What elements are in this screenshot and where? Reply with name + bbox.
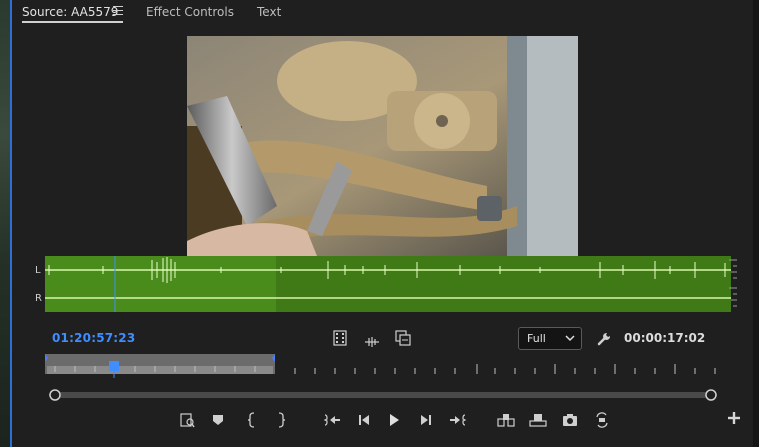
video-frame-image — [187, 36, 578, 256]
insert-icon[interactable] — [496, 410, 516, 430]
tab-source[interactable]: Source: AA5579 — [22, 5, 118, 19]
wrench-icon[interactable] — [597, 331, 611, 350]
video-preview — [187, 36, 578, 256]
zoom-scrollbar[interactable] — [49, 389, 717, 401]
playhead-marker — [109, 361, 119, 371]
plus-icon — [728, 412, 740, 424]
active-tab-indicator — [22, 21, 123, 23]
overwrite-icon[interactable] — [528, 410, 548, 430]
timeline-ruler[interactable] — [45, 352, 735, 378]
go-to-in-icon[interactable] — [322, 410, 342, 430]
step-back-icon[interactable] — [354, 410, 374, 430]
current-timecode[interactable]: 01:20:57:23 — [52, 331, 135, 345]
source-monitor-panel: Source: AA5579 Effect Controls Text L R … — [10, 0, 753, 447]
panel-tabs: Source: AA5579 Effect Controls Text — [12, 0, 753, 26]
marker-icon[interactable] — [208, 410, 228, 430]
step-forward-icon[interactable] — [416, 410, 436, 430]
channel-label-right: R — [35, 293, 42, 304]
duration-timecode: 00:00:17:02 — [624, 331, 706, 345]
mark-out-icon[interactable] — [271, 410, 291, 430]
match-frame-icon[interactable] — [177, 410, 197, 430]
background-strip — [0, 0, 10, 447]
play-icon[interactable] — [384, 410, 404, 430]
waveform-lines — [45, 256, 731, 312]
audio-level-scale — [729, 259, 737, 307]
waveform-toggle-icon[interactable] — [364, 333, 380, 352]
go-to-out-icon[interactable] — [448, 410, 468, 430]
add-button[interactable] — [726, 410, 742, 426]
tab-effect-controls[interactable]: Effect Controls — [146, 5, 234, 19]
channel-label-left: L — [35, 265, 41, 276]
insert-overlay-icon[interactable] — [395, 330, 411, 350]
panel-menu-icon[interactable] — [113, 6, 123, 16]
chevron-down-icon — [565, 335, 575, 342]
zoom-selected-value: Full — [527, 332, 546, 345]
transport-controls — [12, 410, 753, 432]
zoom-dropdown[interactable]: Full — [518, 327, 582, 350]
camera-icon[interactable] — [560, 410, 580, 430]
button-editor-icon[interactable] — [592, 410, 612, 430]
tab-text[interactable]: Text — [257, 5, 281, 19]
film-strip-icon[interactable] — [333, 330, 347, 350]
mark-in-icon[interactable] — [242, 410, 262, 430]
audio-waveform[interactable] — [45, 256, 731, 312]
